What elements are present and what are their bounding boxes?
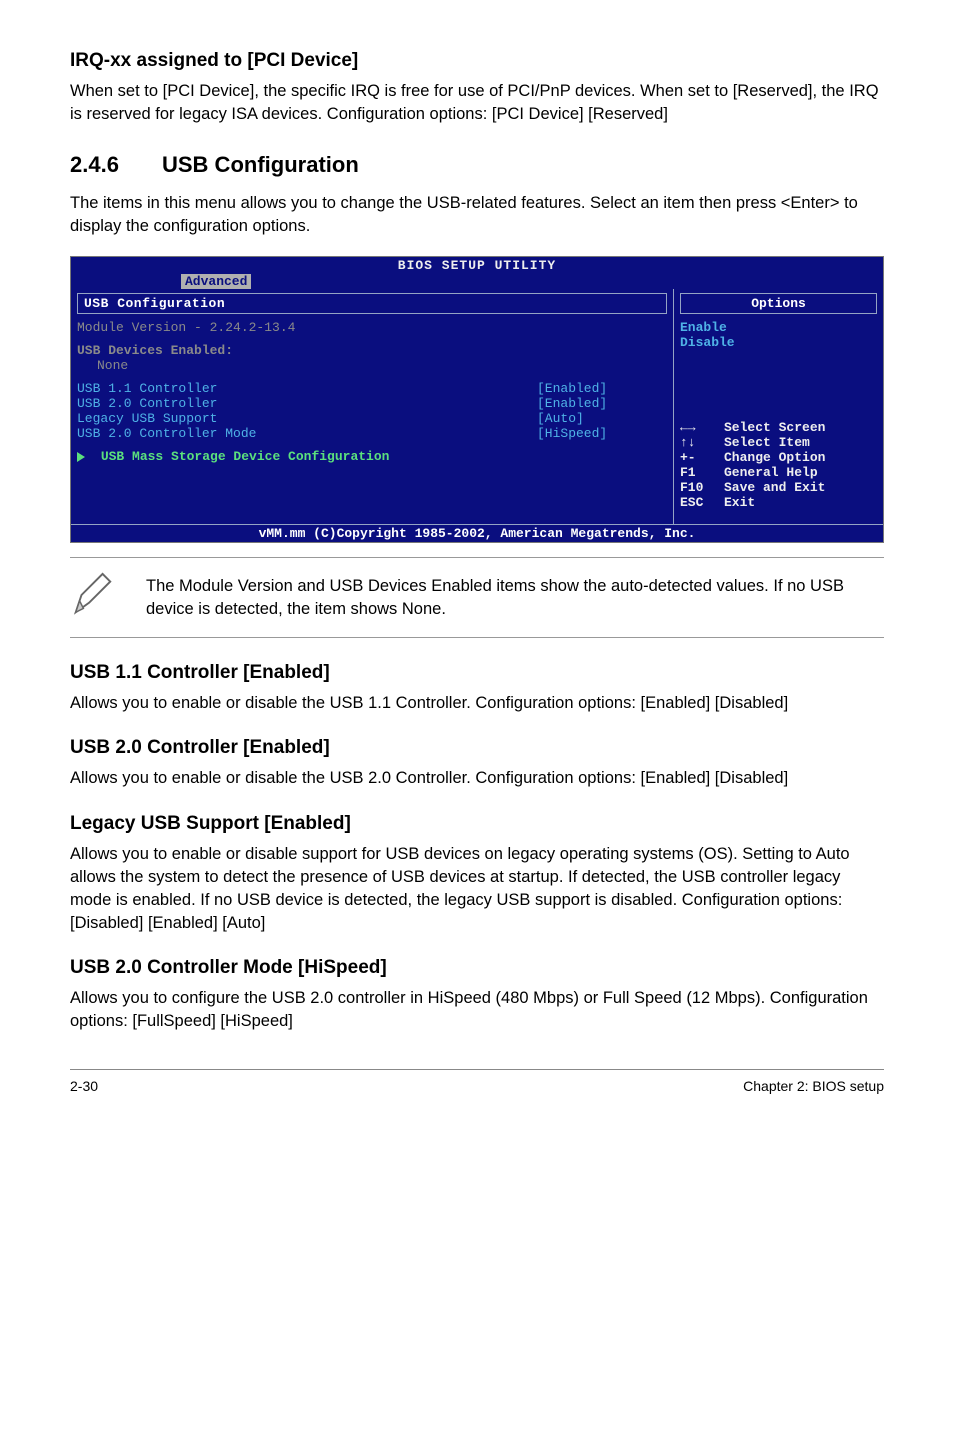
bios-help-key: ESC xyxy=(680,495,724,510)
bios-tab-advanced[interactable]: Advanced xyxy=(181,274,251,289)
bios-help-text: General Help xyxy=(724,465,818,480)
page-footer: 2-30 Chapter 2: BIOS setup xyxy=(70,1069,884,1094)
bios-left-panel: USB Configuration Module Version - 2.24.… xyxy=(71,289,673,524)
note-box: The Module Version and USB Devices Enabl… xyxy=(70,557,884,638)
bios-item-usb20[interactable]: USB 2.0 Controller [Enabled] xyxy=(77,396,667,411)
bios-item-value: [Auto] xyxy=(537,411,667,426)
bios-panel-title: USB Configuration xyxy=(77,293,667,314)
body-mode: Allows you to configure the USB 2.0 cont… xyxy=(70,987,884,1033)
bios-submenu-storage[interactable]: USB Mass Storage Device Configuration xyxy=(77,449,667,464)
bios-item-value: [Enabled] xyxy=(537,396,667,411)
heading-usb11: USB 1.1 Controller [Enabled] xyxy=(70,662,884,684)
bios-item-label: USB 2.0 Controller xyxy=(77,396,537,411)
bios-submenu-label: USB Mass Storage Device Configuration xyxy=(101,449,390,464)
bios-module-version: Module Version - 2.24.2-13.4 xyxy=(77,320,667,335)
body-legacy: Allows you to enable or disable support … xyxy=(70,843,884,935)
bios-option-disable[interactable]: Disable xyxy=(680,335,877,350)
bios-help-key: F1 xyxy=(680,465,724,480)
bios-item-label: USB 2.0 Controller Mode xyxy=(77,426,537,441)
bios-help-text: Change Option xyxy=(724,450,825,465)
bios-help-text: Select Screen xyxy=(724,420,825,435)
body-irq: When set to [PCI Device], the specific I… xyxy=(70,80,884,126)
intro-usb-config: The items in this menu allows you to cha… xyxy=(70,192,884,238)
bios-help-text: Select Item xyxy=(724,435,810,450)
heading-title: USB Configuration xyxy=(162,152,359,177)
bios-item-label: Legacy USB Support xyxy=(77,411,537,426)
pencil-note-icon xyxy=(70,572,116,623)
bios-help-key: ↑↓ xyxy=(680,435,724,450)
bios-help-block: ←→Select Screen ↑↓Select Item +-Change O… xyxy=(680,420,877,510)
bios-item-label: USB 1.1 Controller xyxy=(77,381,537,396)
bios-tabs: Advanced xyxy=(71,274,883,289)
body-usb11: Allows you to enable or disable the USB … xyxy=(70,692,884,715)
footer-page-number: 2-30 xyxy=(70,1078,98,1094)
heading-usb20: USB 2.0 Controller [Enabled] xyxy=(70,737,884,759)
bios-item-mode[interactable]: USB 2.0 Controller Mode [HiSpeed] xyxy=(77,426,667,441)
heading-number: 2.4.6 xyxy=(70,152,162,178)
bios-footer: vMM.mm (C)Copyright 1985-2002, American … xyxy=(71,524,883,542)
bios-item-value: [HiSpeed] xyxy=(537,426,667,441)
bios-help-key: +- xyxy=(680,450,724,465)
heading-usb-config: 2.4.6USB Configuration xyxy=(70,152,884,178)
bios-help-text: Save and Exit xyxy=(724,480,825,495)
triangle-right-icon xyxy=(77,452,85,462)
bios-right-panel: Options Enable Disable ←→Select Screen ↑… xyxy=(673,289,883,524)
bios-title: BIOS SETUP UTILITY xyxy=(71,257,883,274)
bios-screenshot: BIOS SETUP UTILITY Advanced USB Configur… xyxy=(70,256,884,543)
bios-help-key: F10 xyxy=(680,480,724,495)
footer-chapter: Chapter 2: BIOS setup xyxy=(743,1078,884,1094)
heading-mode: USB 2.0 Controller Mode [HiSpeed] xyxy=(70,957,884,979)
bios-option-enable[interactable]: Enable xyxy=(680,320,877,335)
bios-options-title: Options xyxy=(680,293,877,314)
bios-devices-value: None xyxy=(77,358,667,373)
note-text: The Module Version and USB Devices Enabl… xyxy=(146,575,884,621)
heading-irq: IRQ-xx assigned to [PCI Device] xyxy=(70,50,884,72)
heading-legacy: Legacy USB Support [Enabled] xyxy=(70,813,884,835)
bios-help-text: Exit xyxy=(724,495,755,510)
bios-item-legacy[interactable]: Legacy USB Support [Auto] xyxy=(77,411,667,426)
body-usb20: Allows you to enable or disable the USB … xyxy=(70,767,884,790)
bios-item-value: [Enabled] xyxy=(537,381,667,396)
bios-devices-label: USB Devices Enabled: xyxy=(77,343,667,358)
bios-help-key: ←→ xyxy=(680,420,724,435)
bios-item-usb11[interactable]: USB 1.1 Controller [Enabled] xyxy=(77,381,667,396)
